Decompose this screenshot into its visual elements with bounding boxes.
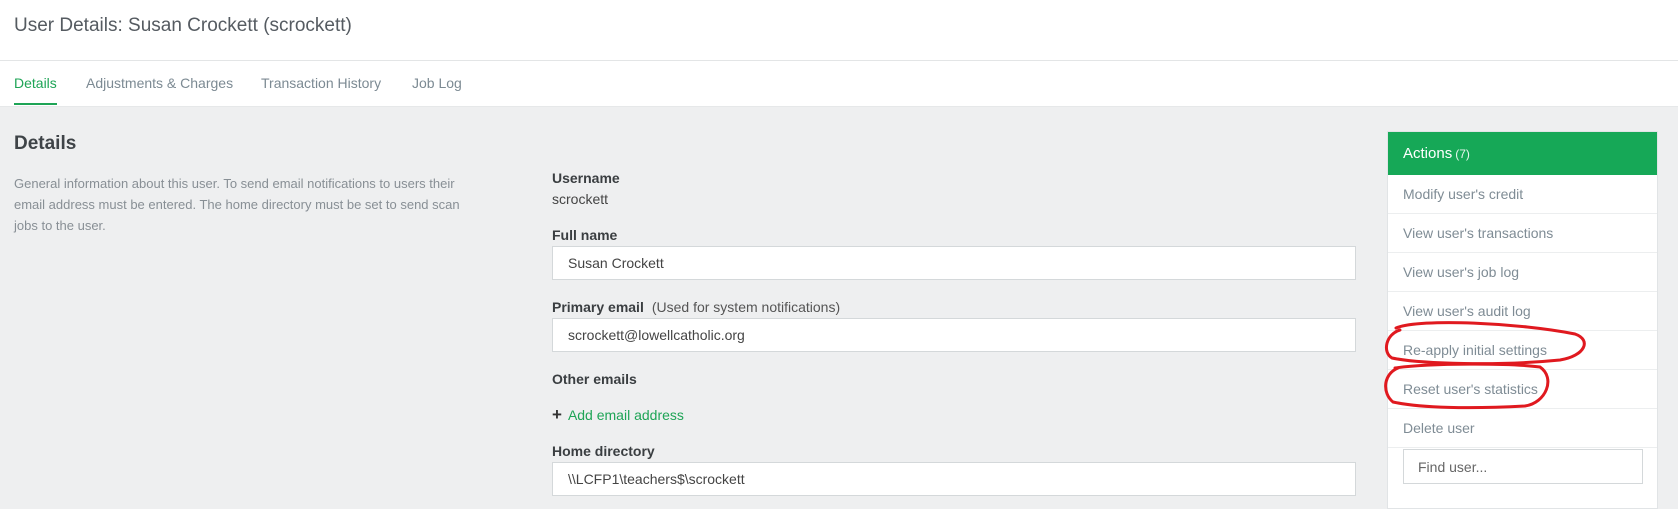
action-view-job-log[interactable]: View user's job log	[1388, 253, 1657, 292]
action-view-transactions[interactable]: View user's transactions	[1388, 214, 1657, 253]
plus-icon: +	[552, 405, 562, 424]
section-description: General information about this user. To …	[14, 176, 460, 233]
action-reapply-initial-settings[interactable]: Re-apply initial settings	[1388, 331, 1657, 370]
username-label: Username	[552, 170, 620, 186]
email-hint: (Used for system notifications)	[651, 299, 841, 315]
action-delete-user[interactable]: Delete user	[1388, 409, 1657, 448]
tab-transaction-history[interactable]: Transaction History	[261, 75, 381, 103]
fullname-label: Full name	[552, 227, 618, 243]
tab-bar: Details Adjustments & Charges Transactio…	[0, 61, 1678, 107]
action-view-audit-log[interactable]: View user's audit log	[1388, 292, 1657, 331]
email-label: Primary email (Used for system notificati…	[552, 299, 840, 315]
email-input[interactable]	[552, 318, 1356, 352]
actions-panel: Actions (7) Modify user's credit View use…	[1387, 131, 1658, 509]
tab-details[interactable]: Details	[14, 75, 57, 105]
action-modify-credit[interactable]: Modify user's credit	[1388, 175, 1657, 214]
actions-header: Actions (7)	[1388, 132, 1657, 175]
username-value: scrockett	[552, 191, 609, 207]
other-emails-label: Other emails	[552, 371, 637, 387]
homedir-input[interactable]	[552, 462, 1356, 496]
add-email-button[interactable]: + Add email address	[552, 405, 684, 425]
find-user-input[interactable]	[1403, 449, 1643, 484]
email-label-text: Primary email	[552, 299, 644, 315]
page-header: User Details: Susan Crockett (scrockett)	[0, 0, 1678, 61]
tab-job-log[interactable]: Job Log	[412, 75, 462, 103]
actions-count: (7)	[1455, 147, 1470, 161]
fullname-input[interactable]	[552, 246, 1356, 280]
action-reset-statistics[interactable]: Reset user's statistics	[1388, 370, 1657, 409]
homedir-label: Home directory	[552, 443, 655, 459]
tab-adjustments-charges[interactable]: Adjustments & Charges	[86, 75, 233, 103]
actions-title: Actions	[1403, 145, 1453, 162]
add-email-label: Add email address	[567, 407, 684, 423]
section-title: Details	[14, 133, 77, 154]
page-title: User Details: Susan Crockett (scrockett)	[14, 15, 352, 36]
